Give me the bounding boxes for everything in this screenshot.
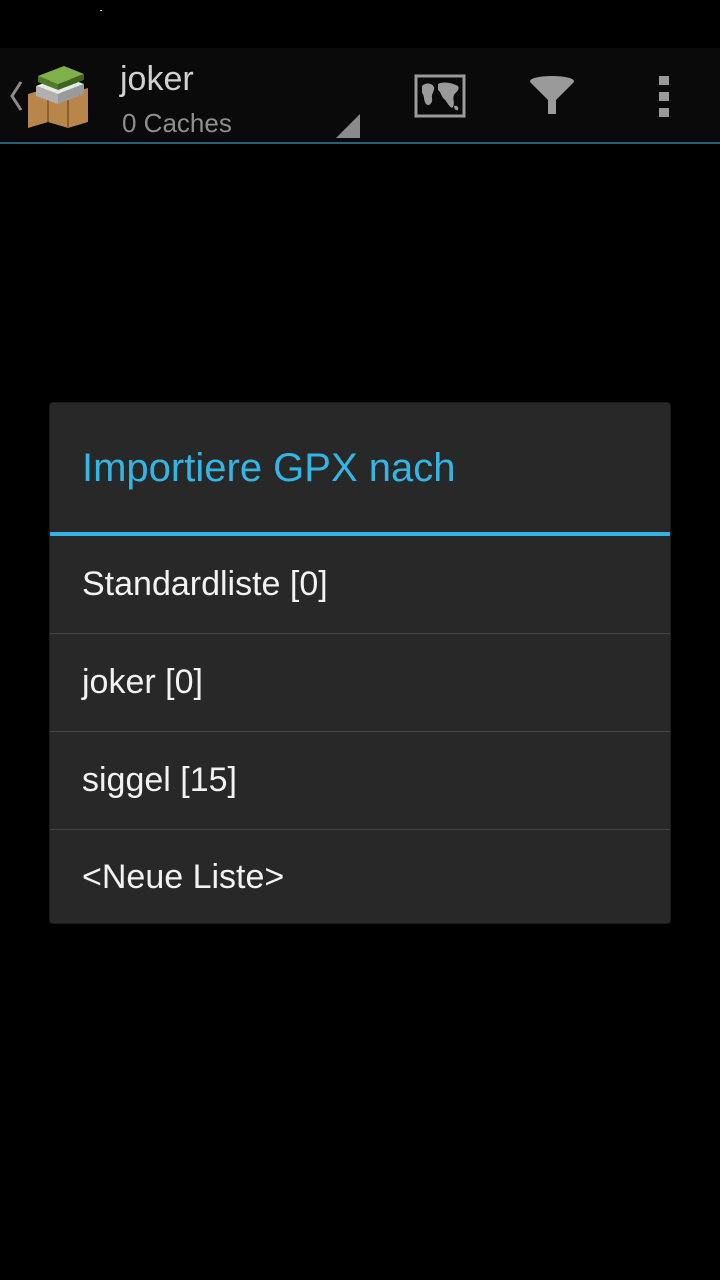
geocache-map-icon[interactable] (26, 64, 90, 128)
list-spinner[interactable]: joker 0 Caches (120, 58, 360, 138)
map-icon (414, 74, 466, 118)
chevron-left-icon[interactable] (6, 76, 26, 116)
filter-button[interactable] (522, 68, 582, 124)
map-button[interactable] (410, 68, 470, 124)
action-bar: joker 0 Caches (0, 48, 720, 144)
list-item-siggel[interactable]: siggel [15] (50, 732, 670, 830)
filter-icon (530, 76, 574, 114)
overflow-menu-button[interactable] (634, 68, 694, 124)
cache-count: 0 Caches (122, 108, 232, 138)
status-indicator (100, 10, 102, 11)
import-gpx-dialog: Importiere GPX nach Standardliste [0] jo… (50, 403, 670, 923)
list-item-joker[interactable]: joker [0] (50, 634, 670, 732)
list-item-standardliste[interactable]: Standardliste [0] (50, 536, 670, 634)
overflow-menu-icon (659, 76, 669, 117)
list-options: Standardliste [0] joker [0] siggel [15] … (50, 536, 670, 924)
spinner-arrow-icon (336, 114, 360, 138)
status-bar (0, 0, 720, 48)
list-title: joker (120, 60, 194, 98)
dialog-title: Importiere GPX nach (82, 446, 456, 490)
list-item-new-list[interactable]: <Neue Liste> (50, 830, 670, 924)
